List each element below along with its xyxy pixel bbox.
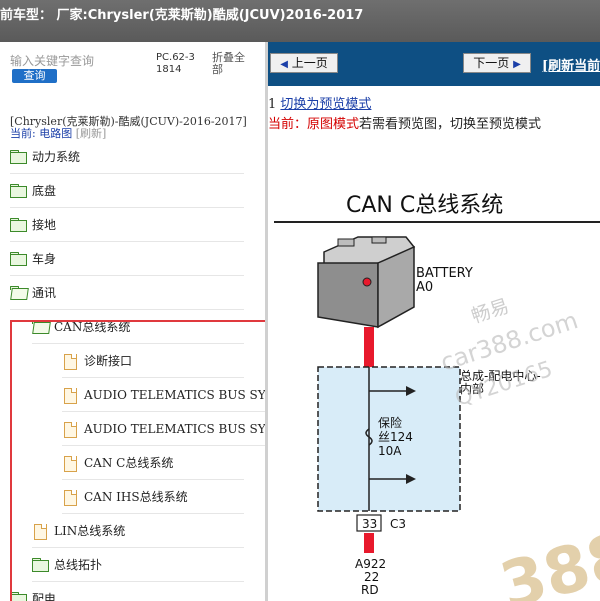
battery-code: A0 — [416, 280, 433, 295]
pc-code: PC.62-31814 — [156, 52, 195, 75]
folder-icon — [10, 149, 27, 164]
folder-icon — [10, 183, 27, 198]
tree-item-label: AUDIO TELEMATICS BUS SYSTEM — [84, 421, 265, 436]
tree-item-label: 底盘 — [32, 184, 57, 198]
folder-icon — [10, 251, 27, 266]
tree-item-ground[interactable]: 接地 — [10, 208, 244, 242]
tree-item-body[interactable]: 车身 — [10, 242, 244, 276]
tree-item-can-ihs-bus[interactable]: CAN IHS总线系统 — [62, 480, 244, 514]
search-button[interactable]: 查询 — [12, 69, 57, 83]
tree-item-label: LIN总线系统 — [54, 524, 126, 538]
document-icon — [62, 421, 79, 438]
fuse-label-3: 10A — [378, 444, 402, 458]
tree-item-diagnostic-port[interactable]: 诊断接口 — [62, 344, 244, 378]
mode-name: 原图模式 — [307, 117, 360, 132]
next-page-button[interactable]: 下一页 ▶ — [463, 53, 531, 73]
document-icon — [62, 353, 79, 370]
tree-item-power-distribution[interactable]: 配电 — [10, 582, 244, 601]
switch-mode-line: 1 切换为预览模式 — [268, 93, 371, 112]
folder-icon — [32, 557, 49, 572]
page-nav-bar: ◀ 上一页 下一页 ▶ [刷新当前 — [268, 42, 600, 86]
tree-item-label: 通讯 — [32, 286, 57, 300]
battery-wire — [364, 327, 374, 367]
mode-status-line: 当前：原图模式若需看预览图，切换至预览模式 — [268, 113, 541, 132]
tree-item-can-bus[interactable]: CAN总线系统 — [32, 310, 244, 344]
fuse-label-1: 保险 — [378, 415, 402, 430]
folder-icon — [10, 591, 27, 601]
folder-open-icon — [10, 285, 27, 300]
document-icon — [62, 387, 79, 404]
battery-label: BATTERY — [416, 266, 473, 281]
tree-item-label: 总线拓扑 — [54, 558, 103, 572]
arrow-right-icon: ▶ — [513, 59, 521, 70]
tree-item-label: 配电 — [32, 592, 57, 601]
folder-open-icon — [32, 319, 49, 334]
tree-item-lin-bus[interactable]: LIN总线系统 — [32, 514, 244, 548]
tree-item-powertrain[interactable]: 动力系统 — [10, 140, 244, 174]
tree-item-label: CAN IHS总线系统 — [84, 490, 188, 504]
wire-gauge: 22 — [364, 570, 379, 584]
document-icon — [62, 455, 79, 472]
tree-item-chassis[interactable]: 底盘 — [10, 174, 244, 208]
refresh-tree-link[interactable]: [刷新] — [76, 127, 107, 140]
switch-prefix: 1 — [268, 97, 277, 112]
current-label: 当前: 电路图 — [10, 127, 73, 140]
tree-item-label: 诊断接口 — [84, 354, 133, 368]
watermark-brand: 畅易 — [469, 295, 512, 328]
document-icon — [62, 489, 79, 506]
tree-item-label: 动力系统 — [32, 150, 81, 164]
next-page-label: 下一页 — [473, 56, 510, 70]
diagram-title: CAN C总线系统 — [346, 193, 503, 218]
prev-page-button[interactable]: ◀ 上一页 — [270, 53, 338, 73]
right-panel: ◀ 上一页 下一页 ▶ [刷新当前 1 切换为预览模式 当前：原图模式若需看预览… — [268, 42, 600, 601]
connector-pin: 33 — [362, 517, 377, 531]
prev-page-label: 上一页 — [291, 56, 328, 70]
output-wire — [364, 533, 374, 553]
current-indicator: 当前: 电路图 [刷新] — [10, 125, 106, 141]
tree-item-communication[interactable]: 通讯 — [10, 276, 244, 310]
tree-item-label: AUDIO TELEMATICS BUS SYSTEM — [84, 387, 265, 402]
wire-color: RD — [361, 583, 379, 597]
tree-item-label: CAN总线系统 — [54, 320, 131, 334]
watermark-number: 388 — [493, 518, 600, 601]
arrow-left-icon: ◀ — [280, 59, 288, 70]
collapse-all-link[interactable]: 折叠全部 — [212, 52, 252, 76]
fuse-label-2: 丝124 — [378, 430, 413, 444]
connector-name: C3 — [390, 517, 406, 531]
document-icon — [32, 523, 49, 540]
refresh-current-link[interactable]: [刷新当前 — [542, 55, 600, 74]
mode-hint: 若需看预览图，切换至预览模式 — [359, 117, 542, 132]
left-panel: 查询 PC.62-31814 折叠全部 [Chrysler(克莱斯勒)-酷威(J… — [0, 42, 265, 601]
folder-icon — [10, 217, 27, 232]
switch-preview-link[interactable]: 切换为预览模式 — [280, 97, 371, 112]
wire-code: A922 — [355, 557, 386, 571]
wiring-diagram[interactable]: CAN C总线系统 BATTERY A0 总成-配电中心- 内部 保险 丝124… — [268, 177, 600, 601]
tree-item-label: CAN C总线系统 — [84, 456, 174, 470]
tree-item-audio-telematics-1[interactable]: AUDIO TELEMATICS BUS SYSTEM — [62, 378, 265, 412]
battery-icon — [317, 236, 416, 329]
mode-current-label: 当前： — [268, 117, 308, 132]
tree-item-bus-topology[interactable]: 总线拓扑 — [32, 548, 244, 582]
window-title: 前车型： 厂家:Chrysler(克莱斯勒)酷威(JCUV)2016-2017 — [0, 0, 600, 42]
tree-item-label: 接地 — [32, 218, 57, 232]
tree-item-can-c-bus[interactable]: CAN C总线系统 — [62, 446, 244, 480]
tree-item-label: 车身 — [32, 252, 57, 266]
tree-item-audio-telematics-2[interactable]: AUDIO TELEMATICS BUS SYSTEM — [62, 412, 265, 446]
search-input[interactable] — [10, 54, 150, 68]
